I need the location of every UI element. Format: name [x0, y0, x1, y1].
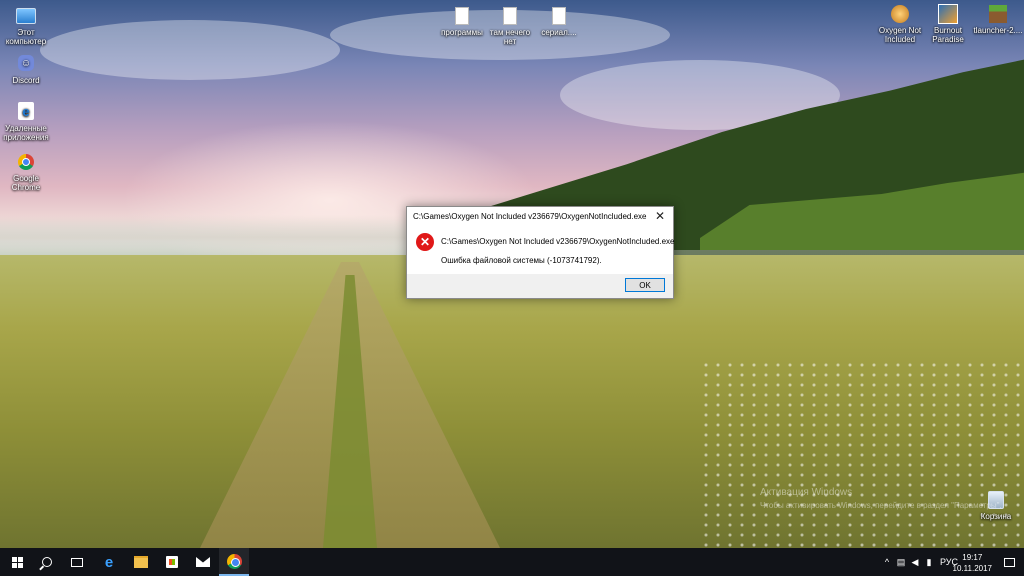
error-icon: ✕ — [416, 233, 434, 251]
desktop-icon-label: tlauncher-2.... — [973, 26, 1023, 35]
show-hidden-icons[interactable]: ^ — [880, 548, 894, 576]
notification-icon — [1003, 557, 1015, 567]
edge-icon: e — [18, 102, 34, 120]
desktop-icon-burnout-paradise[interactable]: Burnout Paradise — [922, 4, 974, 44]
taskbar-mail[interactable] — [188, 548, 218, 576]
system-tray: ^ ▤ ◀ ▮ РУС — [880, 548, 962, 576]
ok-button[interactable]: OK — [625, 278, 665, 292]
desktop-icon-label: там нечего нет — [489, 28, 531, 46]
dialog-title: C:\Games\Oxygen Not Included v236679\Oxy… — [413, 212, 647, 221]
desktop-icon-label: Удаленные приложения — [3, 124, 49, 142]
task-view-icon — [71, 557, 83, 567]
error-dialog: C:\Games\Oxygen Not Included v236679\Oxy… — [406, 206, 674, 299]
taskbar-store[interactable] — [157, 548, 187, 576]
this-pc-icon — [16, 8, 36, 24]
desktop-icon-label: Google Chrome — [11, 174, 41, 192]
desktop-icon-label: Oxygen Not Included — [878, 26, 922, 44]
search-icon — [42, 557, 52, 567]
volume-icon[interactable]: ◀ — [908, 548, 922, 576]
battery-icon[interactable]: ▮ — [922, 548, 936, 576]
desktop-icon-file[interactable]: там нечего нет — [484, 6, 536, 46]
wallpaper-cloud — [40, 20, 340, 80]
file-explorer-icon — [134, 556, 148, 568]
desktop-icon-file[interactable]: сериал.... — [533, 6, 585, 37]
desktop-icon-label: Burnout Paradise — [932, 26, 964, 44]
watermark-text: Чтобы активировать Windows, перейдите в … — [760, 501, 1002, 510]
dialog-message: Ошибка файловой системы (-1073741792). — [441, 256, 602, 265]
start-icon — [11, 556, 23, 568]
desktop-icon-this-pc[interactable]: Этот компьютер — [0, 6, 52, 46]
desktop-icon-remote-apps[interactable]: e Удаленные приложения — [0, 102, 52, 142]
search-button[interactable] — [32, 548, 62, 576]
taskbar-chrome[interactable] — [219, 548, 249, 576]
watermark-title: Активация Windows — [760, 487, 853, 498]
clock-time: 19:17 — [962, 553, 983, 562]
desktop-icon-label: Discord — [12, 76, 40, 85]
dialog-footer: OK — [407, 274, 673, 298]
minecraft-icon — [989, 5, 1007, 23]
file-icon — [552, 7, 566, 25]
desktop-icon-label: сериал.... — [541, 28, 577, 37]
chrome-icon — [226, 553, 242, 569]
task-view-button[interactable] — [62, 548, 92, 576]
edge-icon: e — [104, 553, 114, 571]
desktop-icon-label: Этот компьютер — [5, 28, 47, 46]
start-button[interactable] — [2, 548, 32, 576]
taskbar: e ^ ▤ ◀ ▮ РУС 19:17 10.11.2017 — [0, 548, 1024, 576]
activation-watermark: Активация Windows Чтобы активировать Win… — [760, 486, 1002, 512]
taskbar-file-explorer[interactable] — [126, 548, 156, 576]
mail-icon — [196, 557, 210, 567]
oxygen-not-included-icon — [891, 5, 909, 23]
dialog-path: C:\Games\Oxygen Not Included v236679\Oxy… — [441, 237, 675, 246]
clock[interactable]: 19:17 10.11.2017 — [953, 552, 992, 574]
burnout-paradise-icon — [938, 4, 958, 24]
desktop-icon-label: программы — [441, 28, 483, 37]
file-icon — [455, 7, 469, 25]
chrome-icon — [18, 154, 34, 170]
desktop-icon-oxygen-not-included[interactable]: Oxygen Not Included — [874, 4, 926, 44]
store-icon — [166, 556, 178, 568]
network-icon[interactable]: ▤ — [894, 548, 908, 576]
desktop-icon-label: Корзина — [980, 512, 1012, 521]
close-icon[interactable]: ✕ — [647, 207, 673, 225]
desktop-icon-google-chrome[interactable]: Google Chrome — [0, 152, 52, 192]
desktop-icon-file[interactable]: программы — [436, 6, 488, 37]
file-icon — [503, 7, 517, 25]
clock-date: 10.11.2017 — [952, 564, 992, 573]
desktop-icon-tlauncher[interactable]: tlauncher-2.... — [972, 4, 1024, 35]
desktop-icon-discord[interactable]: ☺ Discord — [0, 54, 52, 85]
discord-icon: ☺ — [18, 55, 34, 71]
action-center-button[interactable] — [998, 548, 1020, 576]
taskbar-edge[interactable]: e — [94, 548, 124, 576]
